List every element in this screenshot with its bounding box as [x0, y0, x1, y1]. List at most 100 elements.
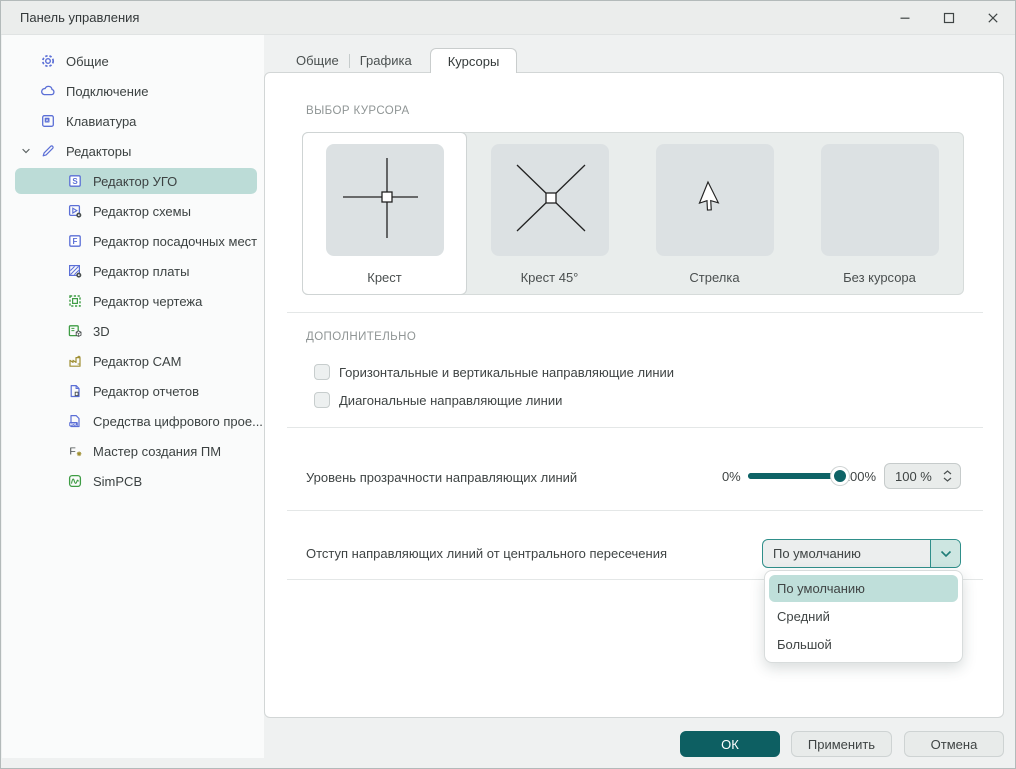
svg-text:A: A [46, 118, 49, 123]
sidebar-item-footprint-wizard[interactable]: F Мастер создания ПМ [2, 436, 264, 466]
window-title: Панель управления [20, 10, 139, 25]
checkbox-diagonal-guides[interactable] [314, 392, 330, 408]
svg-text:HDL: HDL [70, 422, 78, 426]
tab-bar: Общие Графика Курсоры [264, 48, 517, 73]
sidebar-item-label: Средства цифрового прое... [93, 414, 263, 429]
board-editor-icon [67, 263, 83, 279]
checkbox-row-hv-guides[interactable]: Горизонтальные и вертикальные направляющ… [314, 363, 674, 381]
arrow-cursor-icon [656, 144, 774, 256]
window-controls [883, 1, 1015, 34]
cursor-option-group: Крест Крест 45° [302, 132, 964, 295]
transparency-label: Уровень прозрачности направляющих линий [306, 470, 577, 485]
cursor-option-label: Без курсора [843, 270, 916, 285]
pencil-icon [40, 143, 56, 159]
settings-panel: ВЫБОР КУРСОРА Крест Кре [264, 72, 1004, 718]
sidebar-item-symbol-editor[interactable]: S Редактор УГО [2, 166, 264, 196]
spinner-value: 100 % [895, 469, 943, 484]
close-button[interactable] [971, 1, 1015, 34]
offset-label: Отступ направляющих линий от центральног… [306, 546, 667, 561]
ok-button[interactable]: ОК [680, 731, 780, 757]
offset-dropdown-list: По умолчанию Средний Большой [764, 570, 963, 663]
section-divider [287, 510, 983, 511]
sidebar-item-cam-editor[interactable]: Редактор CAM [2, 346, 264, 376]
sidebar-item-hdl-tools[interactable]: HDL Средства цифрового прое... [2, 406, 264, 436]
spinner-up-icon[interactable] [943, 470, 952, 475]
tab-cursors[interactable]: Курсоры [430, 48, 518, 73]
spinner-arrows [943, 470, 952, 482]
sidebar-item-general[interactable]: Общие [2, 46, 264, 76]
cursor-section-title: ВЫБОР КУРСОРА [306, 105, 410, 117]
cursor-option-none[interactable]: Без курсора [797, 133, 962, 294]
cursor-option-cross45[interactable]: Крест 45° [467, 133, 632, 294]
transparency-slider-thumb[interactable] [831, 467, 849, 485]
sidebar-item-reports-editor[interactable]: Редактор отчетов [2, 376, 264, 406]
checkbox-row-diagonal-guides[interactable]: Диагональные направляющие линии [314, 391, 562, 409]
sidebar: Общие Подключение A Клавиатура Редакторы [2, 35, 264, 758]
checkbox-label: Горизонтальные и вертикальные направляющ… [339, 365, 674, 380]
sidebar-item-label: Мастер создания ПМ [93, 444, 221, 459]
sidebar-item-label: Редактор платы [93, 264, 189, 279]
cancel-button[interactable]: Отмена [904, 731, 1004, 757]
transparency-spinner[interactable]: 100 % [884, 463, 961, 489]
sidebar-item-keyboard[interactable]: A Клавиатура [2, 106, 264, 136]
symbol-editor-icon: S [67, 173, 83, 189]
cursor-option-label: Стрелка [689, 270, 739, 285]
sidebar-item-connection[interactable]: Подключение [2, 76, 264, 106]
sidebar-item-label: Редактор чертежа [93, 294, 202, 309]
cursor-option-cross[interactable]: Крест [302, 132, 467, 295]
sidebar-item-label: Редактор отчетов [93, 384, 199, 399]
simpcb-icon [67, 473, 83, 489]
offset-combobox[interactable]: По умолчанию [762, 539, 961, 568]
sidebar-item-board-editor[interactable]: Редактор платы [2, 256, 264, 286]
cross-cursor-icon [326, 144, 444, 256]
tab-general[interactable]: Общие [286, 53, 349, 68]
transparency-slider[interactable] [748, 473, 840, 479]
cursor-option-label: Крест 45° [521, 270, 579, 285]
sidebar-item-label: Общие [66, 54, 109, 69]
keyboard-icon: A [40, 113, 56, 129]
tab-graphics[interactable]: Графика [350, 53, 422, 68]
dropdown-item-default[interactable]: По умолчанию [769, 575, 958, 602]
additional-section-title: ДОПОЛНИТЕЛЬНО [306, 331, 416, 343]
sidebar-item-label: Редактор посадочных мест [93, 234, 257, 249]
sidebar-item-footprint-editor[interactable]: F Редактор посадочных мест [2, 226, 264, 256]
sidebar-item-schematic-editor[interactable]: Редактор схемы [2, 196, 264, 226]
hdl-tools-icon: HDL [67, 413, 83, 429]
titlebar: Панель управления [1, 1, 1015, 35]
sidebar-item-label: SimPCB [93, 474, 142, 489]
sidebar-item-drawing-editor[interactable]: Редактор чертежа [2, 286, 264, 316]
close-icon [987, 12, 999, 24]
section-divider [287, 427, 983, 428]
chevron-down-icon[interactable] [18, 143, 34, 159]
minimize-button[interactable] [883, 1, 927, 34]
chevron-down-icon [940, 550, 952, 558]
dropdown-item-large[interactable]: Большой [769, 631, 958, 658]
svg-text:F: F [69, 445, 75, 457]
sidebar-item-label: Редактор схемы [93, 204, 191, 219]
dropdown-item-medium[interactable]: Средний [769, 603, 958, 630]
cloud-icon [40, 83, 56, 99]
apply-button[interactable]: Применить [791, 731, 892, 757]
minimize-icon [899, 12, 911, 24]
combobox-arrow-button[interactable] [930, 540, 960, 567]
checkbox-hv-guides[interactable] [314, 364, 330, 380]
cross45-cursor-icon [491, 144, 609, 256]
maximize-button[interactable] [927, 1, 971, 34]
sidebar-item-label: Редактор CAM [93, 354, 181, 369]
schematic-editor-icon [67, 203, 83, 219]
sidebar-item-3d[interactable]: 3D [2, 316, 264, 346]
cursor-option-arrow[interactable]: Стрелка [632, 133, 797, 294]
sidebar-item-simpcb[interactable]: SimPCB [2, 466, 264, 496]
sidebar-item-label: Клавиатура [66, 114, 136, 129]
cursor-preview-cross [326, 144, 444, 256]
sidebar-item-label: Редакторы [66, 144, 131, 159]
control-panel-window: Панель управления Общие Подключение [0, 0, 1016, 769]
sidebar-item-label: Редактор УГО [93, 174, 177, 189]
sidebar-item-editors[interactable]: Редакторы [2, 136, 264, 166]
svg-text:F: F [73, 237, 78, 246]
spinner-down-icon[interactable] [943, 477, 952, 482]
gear-icon [40, 53, 56, 69]
slider-min-label: 0% [722, 469, 741, 484]
checkbox-label: Диагональные направляющие линии [339, 393, 562, 408]
sidebar-item-label: Подключение [66, 84, 148, 99]
